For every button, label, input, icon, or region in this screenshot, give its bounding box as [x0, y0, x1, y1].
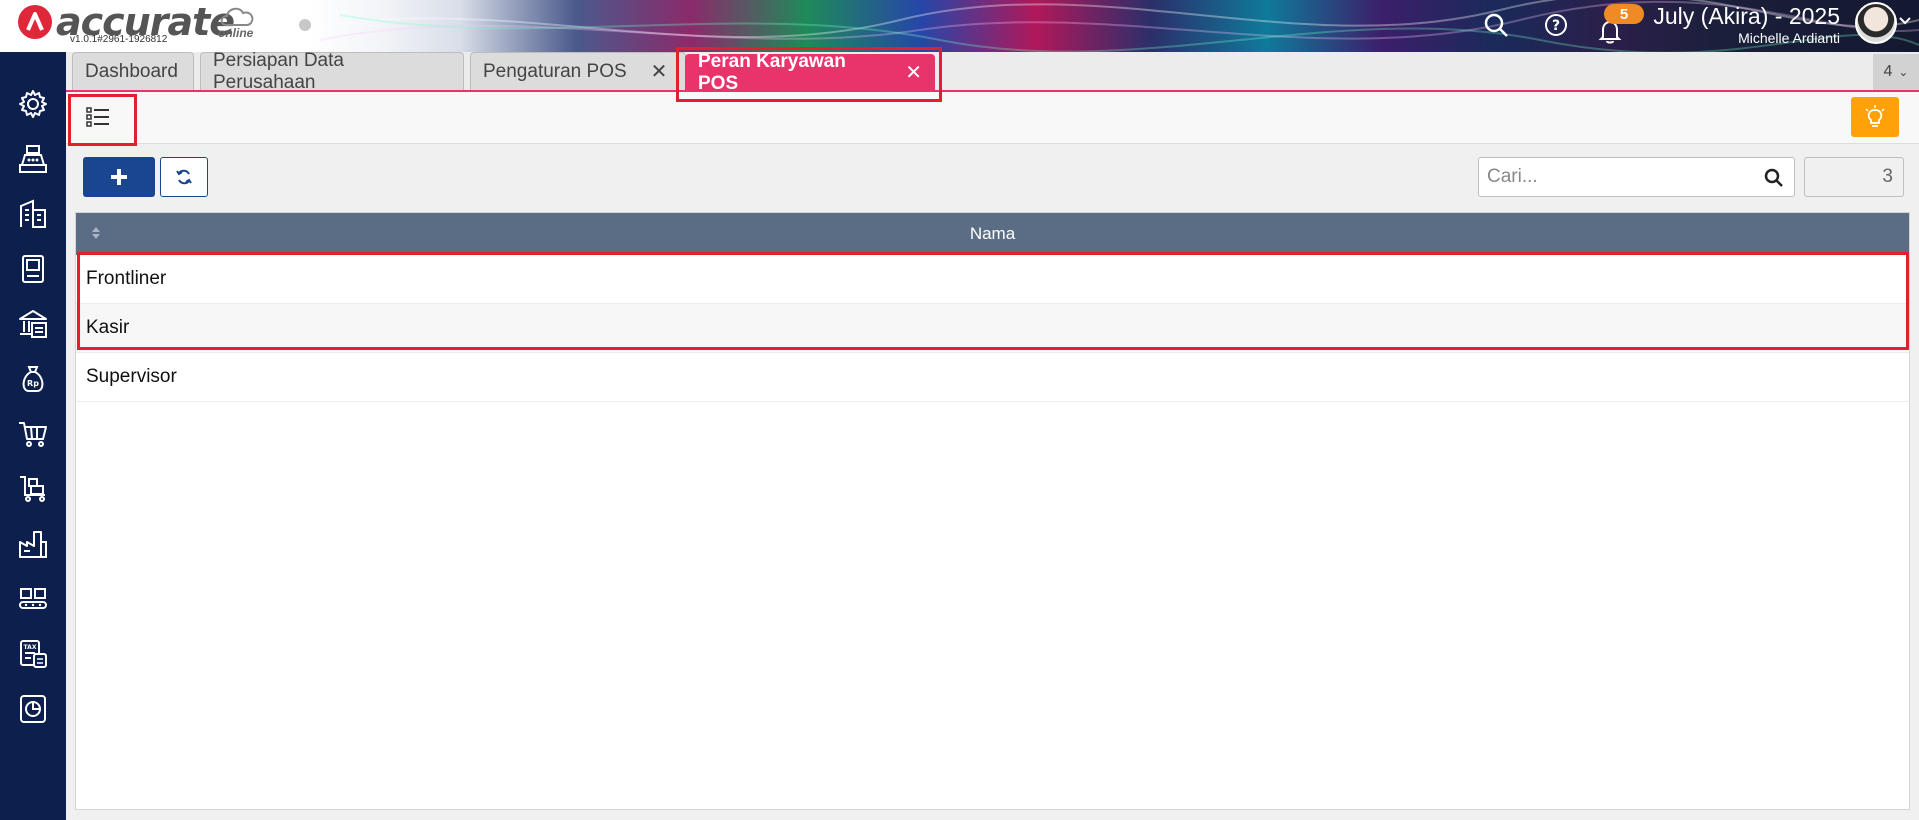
list-icon — [86, 107, 109, 127]
data-table: Nama Frontliner Kasir Supervisor — [75, 212, 1910, 810]
tab-label: Pengaturan POS — [483, 60, 627, 82]
top-header: accurate online v1.0.1#2961-1926812 ? 5 … — [0, 0, 1919, 52]
logo-subtitle: online — [218, 26, 254, 40]
help-icon[interactable]: ? — [1542, 11, 1570, 39]
column-header-nama[interactable]: Nama — [970, 224, 1015, 244]
book-icon[interactable] — [14, 250, 52, 288]
search-icon[interactable] — [1482, 11, 1510, 39]
table-row[interactable]: Kasir — [76, 304, 1909, 353]
table-row[interactable]: Supervisor — [76, 353, 1909, 402]
avatar[interactable] — [1855, 2, 1897, 44]
gear-icon[interactable] — [14, 85, 52, 123]
sales-cart-icon[interactable] — [14, 470, 52, 508]
close-icon[interactable]: ✕ — [651, 59, 668, 84]
svg-text:TAX: TAX — [24, 644, 37, 651]
tab-persiapan-data-perusahaan[interactable]: Persiapan Data Perusahaan — [200, 50, 464, 93]
add-button[interactable] — [83, 157, 155, 197]
search-input[interactable] — [1479, 158, 1749, 196]
list-view-button[interactable] — [78, 98, 118, 136]
tab-label: Dashboard — [85, 60, 178, 82]
period-label[interactable]: July (Akira) - 2025 — [1640, 3, 1840, 30]
money-bag-icon[interactable]: Rp — [14, 360, 52, 398]
sort-icon[interactable] — [90, 225, 102, 241]
search-box — [1478, 157, 1795, 197]
row-name: Kasir — [86, 317, 130, 338]
tab-dashboard[interactable]: Dashboard — [72, 52, 194, 90]
tab-strip: Dashboard Persiapan Data Perusahaan Peng… — [66, 50, 1919, 94]
building-icon[interactable] — [14, 195, 52, 233]
close-icon[interactable]: ✕ — [905, 60, 922, 85]
svg-text:?: ? — [1552, 18, 1560, 34]
search-icon[interactable] — [1764, 168, 1784, 188]
report-chart-icon[interactable] — [14, 690, 52, 728]
accurate-logo-icon — [18, 5, 52, 39]
bank-icon[interactable] — [14, 305, 52, 343]
hint-button[interactable] — [1851, 97, 1899, 137]
plus-icon — [111, 169, 127, 185]
tab-label: Peran Karyawan POS — [698, 50, 846, 94]
status-dot — [299, 19, 311, 31]
tab-pengaturan-pos[interactable]: Pengaturan POS ✕ — [470, 52, 686, 90]
warehouse-conveyor-icon[interactable] — [14, 580, 52, 618]
chevron-down-icon: ⌄ — [1898, 65, 1909, 79]
shopping-cart-icon[interactable] — [14, 415, 52, 453]
refresh-icon — [176, 169, 192, 185]
module-toolbar — [66, 92, 1919, 144]
cash-register-icon[interactable] — [14, 140, 52, 178]
tab-peran-karyawan-pos[interactable]: Peran Karyawan POS ✕ — [685, 51, 935, 94]
notification-badge[interactable]: 5 — [1604, 4, 1644, 24]
record-count: 3 — [1804, 157, 1904, 197]
refresh-button[interactable] — [160, 157, 208, 197]
row-name: Supervisor — [86, 366, 177, 387]
lightbulb-icon — [1865, 105, 1885, 127]
tab-count-value: 4 — [1883, 63, 1893, 80]
tab-label: Persiapan Data Perusahaan — [213, 49, 344, 93]
app-version: v1.0.1#2961-1926812 — [70, 34, 168, 45]
row-name: Frontliner — [86, 268, 167, 289]
table-row[interactable]: Frontliner — [76, 255, 1909, 304]
sidebar: Rp TAX — [0, 52, 66, 820]
table-header: Nama — [76, 213, 1909, 255]
factory-icon[interactable] — [14, 525, 52, 563]
tax-document-icon[interactable]: TAX — [14, 635, 52, 673]
chevron-down-icon[interactable] — [1898, 14, 1912, 28]
user-name[interactable]: Michelle Ardianti — [1640, 30, 1840, 46]
tab-count-dropdown[interactable]: 4 ⌄ — [1873, 54, 1919, 90]
svg-text:Rp: Rp — [27, 379, 39, 388]
